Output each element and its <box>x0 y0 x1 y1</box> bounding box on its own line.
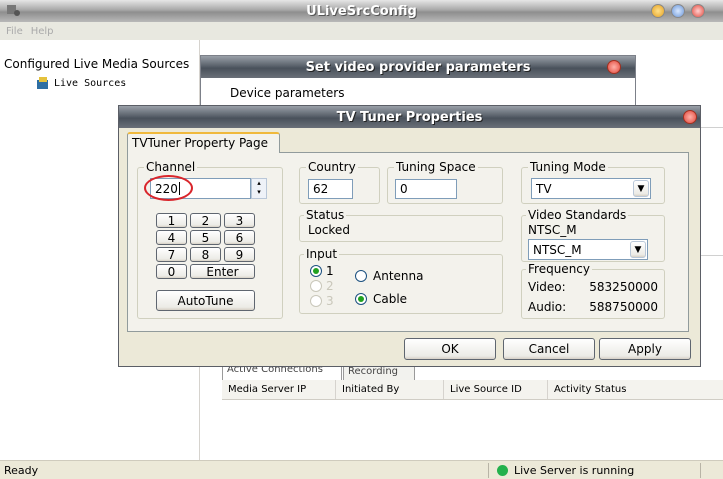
channel-spinner[interactable]: ▴ ▾ <box>251 178 267 199</box>
status-separator <box>488 463 489 478</box>
main-title-bar[interactable]: ULiveSrcConfig <box>0 0 723 22</box>
status-bar: Ready Live Server is running <box>0 460 723 479</box>
status-label: Status <box>304 208 347 222</box>
tab-tvtuner-property-page[interactable]: TVTuner Property Page <box>127 132 280 153</box>
connections-table-header: Media Server IP Initiated By Live Source… <box>222 380 723 400</box>
audio-frequency-value: 588750000 <box>589 300 658 314</box>
property-page: Channel 220 ▴ ▾ 1 2 3 4 5 6 7 8 9 0 Enter… <box>127 152 689 332</box>
frequency-group: Frequency Video: 583250000 Audio: 588750… <box>521 262 665 319</box>
server-status-icon <box>497 465 508 476</box>
status-value: Locked <box>308 223 350 237</box>
video-standard-current: NTSC_M <box>528 223 577 237</box>
video-standards-group: Video Standards NTSC_M NTSC_M ▼ <box>521 208 665 262</box>
apply-button[interactable]: Apply <box>599 338 691 360</box>
status-separator-2 <box>700 463 701 478</box>
status-group: Status Locked <box>299 208 503 242</box>
close-button[interactable] <box>691 4 705 18</box>
input-group: Input 1 2 3 Antenna Cable <box>299 247 503 314</box>
menu-file[interactable]: File <box>6 26 23 37</box>
keypad-enter[interactable]: Enter <box>190 264 255 279</box>
antenna-radio[interactable]: Antenna <box>355 269 423 283</box>
country-label: Country <box>306 160 358 174</box>
menu-help[interactable]: Help <box>31 26 54 37</box>
server-status-text: Live Server is running <box>514 464 635 477</box>
tuning-space-group: Tuning Space 0 <box>387 160 503 204</box>
keypad-8[interactable]: 8 <box>190 247 221 262</box>
radio-button[interactable] <box>355 293 367 305</box>
chevron-down-icon[interactable]: ▼ <box>633 180 649 197</box>
provider-close-button[interactable] <box>607 60 621 74</box>
device-parameters-label: Device parameters <box>230 86 345 100</box>
channel-highlight-circle <box>144 175 193 201</box>
radio-button[interactable] <box>310 295 322 307</box>
keypad-6[interactable]: 6 <box>224 230 255 245</box>
tree-item-label: Live Sources <box>54 77 127 89</box>
window-controls <box>651 4 721 18</box>
keypad-2[interactable]: 2 <box>190 213 221 228</box>
keypad-1[interactable]: 1 <box>156 213 187 228</box>
input-radio-3[interactable]: 3 <box>310 294 334 308</box>
menu-bar: File Help <box>0 22 723 40</box>
tuning-space-input[interactable]: 0 <box>395 179 457 199</box>
provider-dialog-title: Set video provider parameters <box>305 59 531 75</box>
tuner-title-bar[interactable]: TV Tuner Properties <box>119 106 700 128</box>
channel-label: Channel <box>144 160 198 174</box>
tuning-mode-select[interactable]: TV ▼ <box>531 178 651 199</box>
column-media-server-ip[interactable]: Media Server IP <box>222 380 336 399</box>
main-title: ULiveSrcConfig <box>306 3 417 19</box>
tree-item-live-sources[interactable]: Live Sources <box>36 76 126 90</box>
tuner-title: TV Tuner Properties <box>336 109 483 125</box>
frequency-label: Frequency <box>526 262 592 276</box>
radio-button[interactable] <box>310 265 322 277</box>
chevron-down-icon[interactable]: ▼ <box>630 241 646 258</box>
audio-frequency-label: Audio: <box>528 300 567 314</box>
column-initiated-by[interactable]: Initiated By <box>336 380 444 399</box>
tuner-close-button[interactable] <box>683 110 697 124</box>
input-label: Input <box>304 247 340 261</box>
cable-radio[interactable]: Cable <box>355 292 407 306</box>
video-standards-label: Video Standards <box>526 208 629 222</box>
video-standard-select[interactable]: NTSC_M ▼ <box>528 239 648 260</box>
input-radio-1[interactable]: 1 <box>310 264 334 278</box>
column-activity-status[interactable]: Activity Status <box>548 380 723 399</box>
video-frequency-value: 583250000 <box>589 280 658 294</box>
keypad-5[interactable]: 5 <box>190 230 221 245</box>
keypad-0[interactable]: 0 <box>156 264 187 279</box>
keypad-3[interactable]: 3 <box>224 213 255 228</box>
channel-group: Channel 220 ▴ ▾ 1 2 3 4 5 6 7 8 9 0 Enter… <box>137 160 283 319</box>
country-input[interactable]: 62 <box>308 179 353 199</box>
column-live-source-id[interactable]: Live Source ID <box>444 380 548 399</box>
status-text: Ready <box>4 464 39 477</box>
radio-button[interactable] <box>355 270 367 282</box>
keypad-9[interactable]: 9 <box>224 247 255 262</box>
provider-dialog-title-bar[interactable]: Set video provider parameters <box>201 56 635 78</box>
radio-button[interactable] <box>310 280 322 292</box>
tv-tuner-dialog: TV Tuner Properties TVTuner Property Pag… <box>118 105 701 367</box>
keypad-7[interactable]: 7 <box>156 247 187 262</box>
country-group: Country 62 <box>299 160 380 204</box>
maximize-button[interactable] <box>671 4 685 18</box>
app-icon[interactable] <box>5 3 21 18</box>
cancel-button[interactable]: Cancel <box>503 338 595 360</box>
minimize-button[interactable] <box>651 4 665 18</box>
autotune-button[interactable]: AutoTune <box>156 290 255 311</box>
ok-button[interactable]: OK <box>404 338 496 360</box>
keypad-4[interactable]: 4 <box>156 230 187 245</box>
tree-header: Configured Live Media Sources <box>4 57 190 71</box>
live-sources-icon <box>36 76 50 90</box>
input-radio-2[interactable]: 2 <box>310 279 334 293</box>
tuning-mode-label: Tuning Mode <box>528 160 608 174</box>
tuning-mode-group: Tuning Mode TV ▼ <box>521 160 665 204</box>
video-frequency-label: Video: <box>528 280 566 294</box>
tuning-space-label: Tuning Space <box>394 160 478 174</box>
